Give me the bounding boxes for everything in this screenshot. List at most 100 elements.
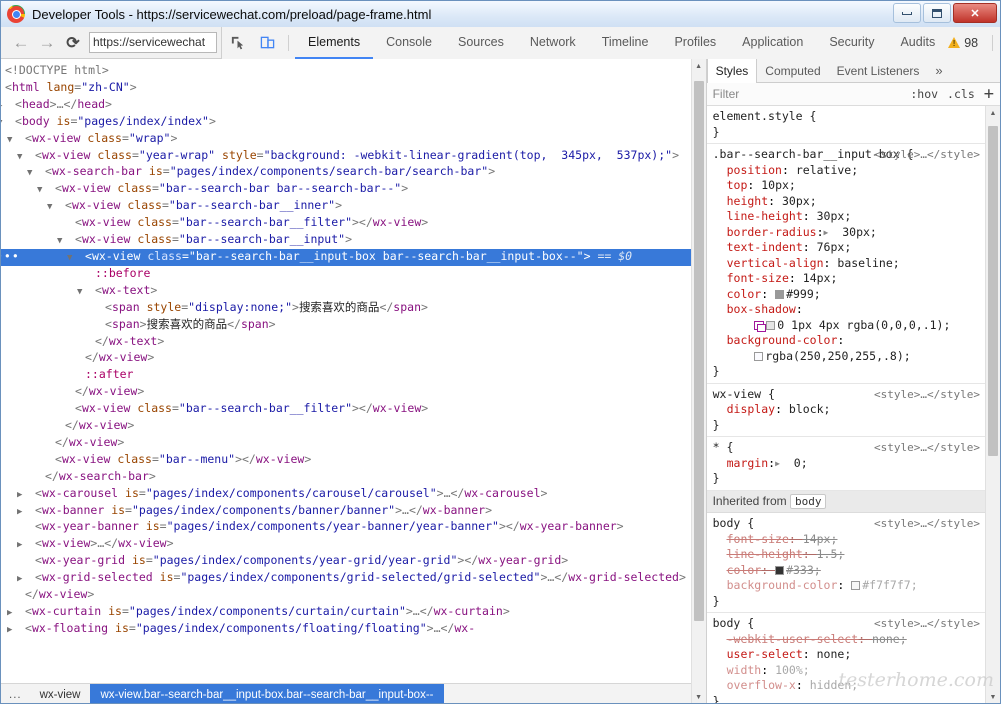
expand-arrow-icon[interactable]: ▶ xyxy=(775,456,780,472)
hov-toggle[interactable]: :hov xyxy=(910,87,938,101)
disclosure-triangle-icon[interactable] xyxy=(36,471,45,486)
dom-node[interactable]: ▶<wx-view>…</wx-view> xyxy=(1,536,706,553)
styles-scrollbar-thumb[interactable] xyxy=(988,126,998,456)
dom-node[interactable]: <wx-view class="bar--search-bar__filter"… xyxy=(1,401,706,418)
style-property[interactable]: position: relative; xyxy=(713,163,994,179)
style-property[interactable]: vertical-align: baseline; xyxy=(713,256,994,272)
dom-node[interactable]: ▼<wx-view class="year-wrap" style="backg… xyxy=(1,148,706,165)
disclosure-triangle-icon[interactable]: ▼ xyxy=(56,200,65,215)
dom-node[interactable]: ▼<wx-view class="bar--search-bar bar--se… xyxy=(1,181,706,198)
dom-node[interactable]: <wx-view class="bar--menu"></wx-view> xyxy=(1,452,706,469)
inspect-cursor-icon[interactable] xyxy=(222,27,252,59)
dom-node[interactable]: </wx-search-bar> xyxy=(1,469,706,486)
tab-sources[interactable]: Sources xyxy=(445,27,517,59)
disclosure-triangle-icon[interactable]: ▼ xyxy=(6,116,15,131)
style-rule-origin[interactable]: <style>…</style> xyxy=(874,387,980,403)
dom-node[interactable]: ::before xyxy=(1,266,706,283)
dom-node[interactable]: ▼<wx-text> xyxy=(1,283,706,300)
style-property[interactable]: line-height: 1.5; xyxy=(713,547,994,563)
dom-node[interactable]: ▼<wx-view class="bar--search-bar__inner"… xyxy=(1,198,706,215)
disclosure-triangle-icon[interactable]: ▶ xyxy=(26,505,35,520)
dom-node[interactable]: ▶<wx-floating is="pages/index/components… xyxy=(1,621,706,638)
forward-icon[interactable]: → xyxy=(35,31,59,55)
style-property[interactable]: -webkit-user-select: none; xyxy=(713,632,994,648)
disclosure-triangle-icon[interactable] xyxy=(56,420,65,435)
disclosure-triangle-icon[interactable] xyxy=(76,352,85,367)
dom-node[interactable]: ▼<body is="pages/index/index"> xyxy=(1,114,706,131)
style-rule-origin[interactable]: <style>…</style> xyxy=(874,147,980,163)
style-property[interactable]: height: 30px; xyxy=(713,194,994,210)
dom-node[interactable]: <html lang="zh-CN"> xyxy=(1,80,706,97)
style-rule-origin[interactable]: <style>…</style> xyxy=(874,616,980,632)
color-swatch[interactable] xyxy=(766,321,775,330)
dom-node[interactable]: <wx-view class="bar--search-bar__filter"… xyxy=(1,215,706,232)
url-input[interactable]: https://servicewechat xyxy=(89,32,217,53)
disclosure-triangle-icon[interactable]: ▼ xyxy=(76,251,85,266)
dom-tree-scrollbar[interactable]: ▲ ▼ xyxy=(691,59,706,704)
dom-node[interactable]: ▶<wx-carousel is="pages/index/components… xyxy=(1,486,706,503)
disclosure-triangle-icon[interactable]: ▼ xyxy=(26,150,35,165)
style-property[interactable]: margin:▶ 0; xyxy=(713,456,994,472)
disclosure-triangle-icon[interactable] xyxy=(66,217,75,232)
disclosure-triangle-icon[interactable]: ▼ xyxy=(36,166,45,181)
dom-tree[interactable]: <!DOCTYPE html> <html lang="zh-CN">▶<hea… xyxy=(1,59,706,683)
dom-node[interactable]: ▶<wx-banner is="pages/index/components/b… xyxy=(1,503,706,520)
disclosure-triangle-icon[interactable] xyxy=(16,589,25,604)
style-rule[interactable]: * {<style>…</style>margin:▶ 0;} xyxy=(707,437,1000,491)
scroll-up-arrow[interactable]: ▲ xyxy=(692,59,706,74)
color-swatch[interactable] xyxy=(775,566,784,575)
dom-node[interactable]: <wx-year-banner is="pages/index/componen… xyxy=(1,519,706,536)
expand-arrow-icon[interactable]: ▶ xyxy=(824,225,829,241)
style-property[interactable]: text-indent: 76px; xyxy=(713,240,994,256)
style-property[interactable]: width: 100%; xyxy=(713,663,994,679)
style-rule[interactable]: .bar--search-bar__input-box {<style>…</s… xyxy=(707,144,1000,384)
disclosure-triangle-icon[interactable]: ▼ xyxy=(66,234,75,249)
style-property[interactable]: background-color: rgba(250,250,255,.8); xyxy=(713,333,994,364)
style-property[interactable]: color: #999; xyxy=(713,287,994,303)
disclosure-triangle-icon[interactable] xyxy=(26,521,35,536)
style-rule-origin[interactable]: <style>…</style> xyxy=(874,440,980,456)
tab-application[interactable]: Application xyxy=(729,27,816,59)
style-property[interactable]: overflow-x: hidden; xyxy=(713,678,994,694)
dom-node[interactable]: ▶<head>…</head> xyxy=(1,97,706,114)
dom-node-selected[interactable]: •••▼<wx-view class="bar--search-bar__inp… xyxy=(1,249,706,266)
tab-audits[interactable]: Audits xyxy=(887,27,948,59)
styles-scrollbar[interactable]: ▲ ▼ xyxy=(985,106,1000,704)
tab-timeline[interactable]: Timeline xyxy=(589,27,662,59)
disclosure-triangle-icon[interactable]: ▶ xyxy=(26,488,35,503)
color-swatch[interactable] xyxy=(775,290,784,299)
style-rule[interactable]: body {<style>…</style>-webkit-user-selec… xyxy=(707,613,1000,704)
dom-node[interactable]: <!DOCTYPE html> xyxy=(1,63,706,80)
breadcrumb-overflow[interactable]: ... xyxy=(1,684,30,704)
disclosure-triangle-icon[interactable] xyxy=(66,386,75,401)
tab-event-listeners[interactable]: Event Listeners xyxy=(829,59,928,82)
disclosure-triangle-icon[interactable]: ▼ xyxy=(46,183,55,198)
disclosure-triangle-icon[interactable] xyxy=(76,369,85,384)
style-rule[interactable]: wx-view {<style>…</style>display: block;… xyxy=(707,384,1000,438)
styles-scroll-down-arrow[interactable]: ▼ xyxy=(986,690,1000,704)
dom-node[interactable]: </wx-view> xyxy=(1,435,706,452)
disclosure-triangle-icon[interactable] xyxy=(46,437,55,452)
disclosure-triangle-icon[interactable] xyxy=(26,555,35,570)
dom-node[interactable]: </wx-view> xyxy=(1,350,706,367)
cls-toggle[interactable]: .cls xyxy=(947,87,975,101)
disclosure-triangle-icon[interactable] xyxy=(86,268,95,283)
dom-node[interactable]: <span>搜索喜欢的商品</span> xyxy=(1,317,706,334)
tab-profiles[interactable]: Profiles xyxy=(661,27,729,59)
disclosure-triangle-icon[interactable]: ▼ xyxy=(86,285,95,300)
disclosure-triangle-icon[interactable]: ▶ xyxy=(26,572,35,587)
dom-node[interactable]: ▼<wx-view class="bar--search-bar__input"… xyxy=(1,232,706,249)
style-rule[interactable]: element.style {} xyxy=(707,106,1000,144)
disclosure-triangle-icon[interactable]: ▶ xyxy=(26,538,35,553)
new-style-rule-button[interactable]: + xyxy=(984,86,994,103)
style-property[interactable]: font-size: 14px; xyxy=(713,532,994,548)
disclosure-triangle-icon[interactable] xyxy=(66,403,75,418)
styles-scroll-up-arrow[interactable]: ▲ xyxy=(986,106,1000,121)
style-property[interactable]: font-size: 14px; xyxy=(713,271,994,287)
style-property[interactable]: top: 10px; xyxy=(713,178,994,194)
styles-rules-list[interactable]: element.style {}.bar--search-bar__input-… xyxy=(707,106,1000,704)
color-swatch[interactable] xyxy=(754,352,763,361)
style-property[interactable]: line-height: 30px; xyxy=(713,209,994,225)
reload-icon[interactable]: ⟳ xyxy=(61,31,85,55)
style-rule[interactable]: body {<style>…</style>font-size: 14px;li… xyxy=(707,513,1000,613)
